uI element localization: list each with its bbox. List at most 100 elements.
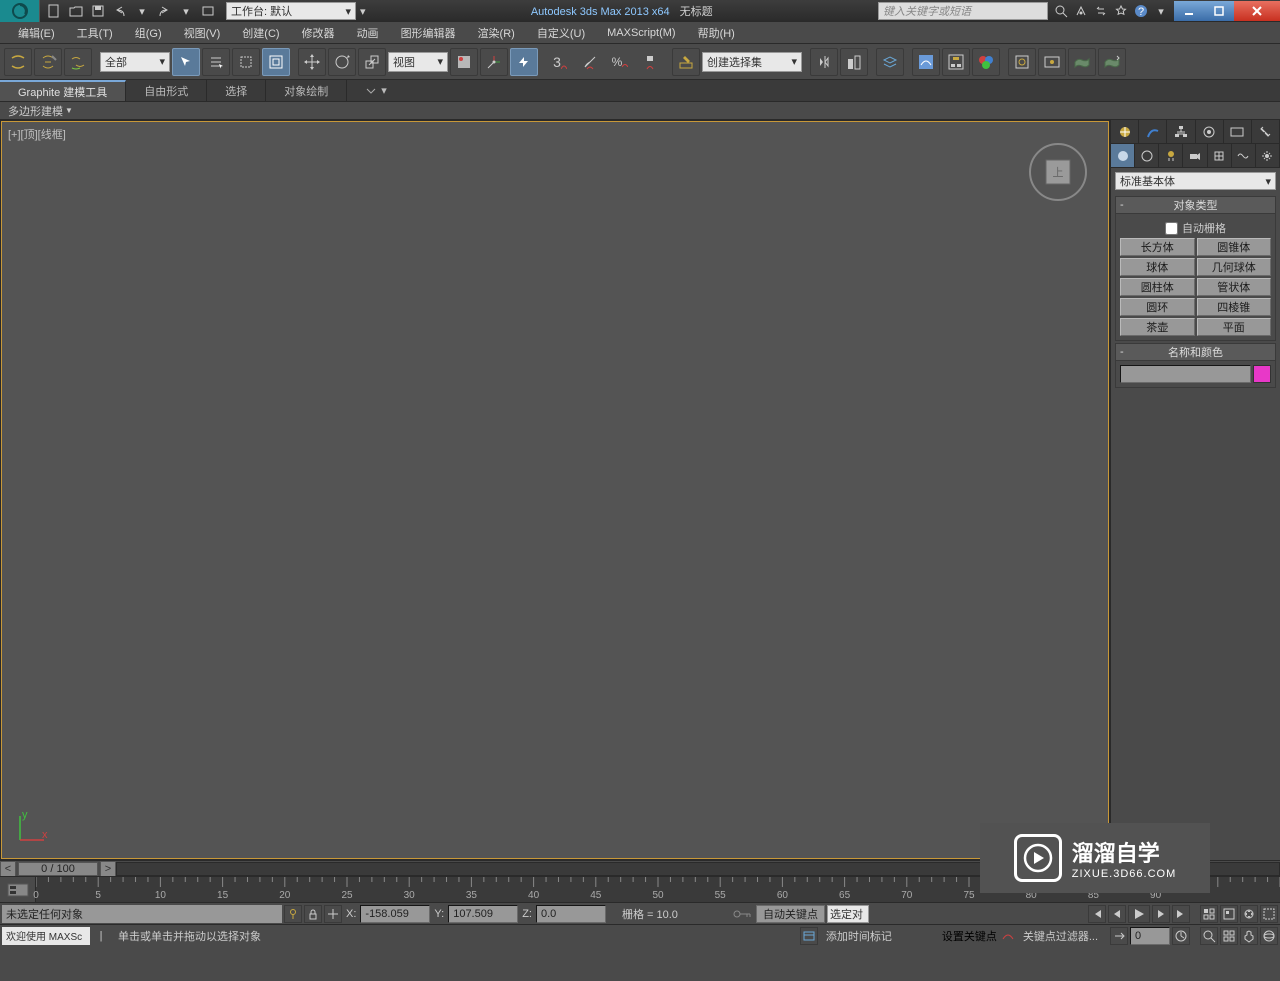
goto-end-icon[interactable] — [1172, 905, 1190, 923]
search-input[interactable]: 键入关键字或短语 — [878, 2, 1048, 20]
app-menu-button[interactable] — [0, 0, 40, 22]
menu-rendering[interactable]: 渲染(R) — [468, 25, 525, 41]
rendered-frame-icon[interactable] — [1038, 48, 1066, 76]
cp-tab-display[interactable] — [1224, 120, 1252, 143]
layer-manager-icon[interactable] — [876, 48, 904, 76]
menu-tools[interactable]: 工具(T) — [67, 25, 123, 41]
ribbon-tab-selection[interactable]: 选择 — [207, 80, 266, 101]
help-icon[interactable]: ? — [1132, 2, 1150, 20]
key-icon[interactable] — [730, 905, 754, 923]
obj-cylinder[interactable]: 圆柱体 — [1120, 278, 1195, 296]
render-iterative-icon[interactable] — [1098, 48, 1126, 76]
cp-sub-helpers[interactable] — [1208, 144, 1232, 167]
obj-cone[interactable]: 圆锥体 — [1197, 238, 1272, 256]
selection-lock-icon[interactable] — [4, 48, 32, 76]
cp-sub-shapes[interactable] — [1135, 144, 1159, 167]
search-go-icon[interactable] — [1052, 2, 1070, 20]
ribbon-subtab[interactable]: 多边形建模 ▼ — [0, 102, 1280, 120]
obj-torus[interactable]: 圆环 — [1120, 298, 1195, 316]
vp-min-max-icon[interactable] — [1220, 905, 1238, 923]
cp-tab-utilities[interactable] — [1252, 120, 1280, 143]
next-frame-icon[interactable] — [1152, 905, 1170, 923]
obj-tube[interactable]: 管状体 — [1197, 278, 1272, 296]
current-frame-input[interactable]: 0 — [1130, 927, 1170, 945]
menu-modifiers[interactable]: 修改器 — [292, 25, 345, 41]
viewport-label[interactable]: [+][顶][线框] — [8, 126, 66, 142]
ribbon-expand-icon[interactable]: ▾ — [347, 80, 405, 101]
key-curve-icon[interactable] — [999, 927, 1017, 945]
cp-sub-systems[interactable] — [1256, 144, 1280, 167]
absolute-transform-icon[interactable] — [324, 905, 342, 923]
move-icon[interactable] — [298, 48, 326, 76]
x-input[interactable]: -158.059 — [360, 905, 430, 923]
key-filter-button[interactable]: 关键点过滤器... — [1019, 927, 1102, 945]
menu-help[interactable]: 帮助(H) — [688, 25, 745, 41]
vp-zoom-icon[interactable] — [1260, 905, 1278, 923]
favorites-icon[interactable] — [1112, 2, 1130, 20]
window-crossing-icon[interactable] — [262, 48, 290, 76]
minimize-button[interactable] — [1174, 1, 1204, 21]
use-pivot-center-icon[interactable] — [450, 48, 478, 76]
curve-editor-icon[interactable] — [912, 48, 940, 76]
object-name-input[interactable] — [1120, 365, 1251, 383]
cp-sub-spacewarps[interactable] — [1232, 144, 1256, 167]
menu-customize[interactable]: 自定义(U) — [527, 25, 595, 41]
time-slider-handle[interactable]: 0 / 100 — [18, 862, 98, 876]
scale-icon[interactable] — [358, 48, 386, 76]
obj-plane[interactable]: 平面 — [1197, 318, 1272, 336]
mirror-icon[interactable] — [810, 48, 838, 76]
viewport[interactable]: [+][顶][线框] 上 yx — [1, 121, 1109, 859]
prev-frame-icon[interactable] — [1108, 905, 1126, 923]
category-combo[interactable]: 标准基本体▾ — [1115, 172, 1276, 190]
maxscript-listener[interactable]: 欢迎使用 MAXSc — [2, 927, 90, 945]
rollout-namecolor-header[interactable]: -名称和颜色 — [1115, 343, 1276, 361]
time-slider-right[interactable]: > — [100, 861, 116, 877]
vp-pan-icon[interactable] — [1240, 905, 1258, 923]
render-production-icon[interactable] — [1068, 48, 1096, 76]
add-time-tag[interactable]: 添加时间标记 — [820, 928, 898, 944]
object-color-swatch[interactable] — [1253, 365, 1271, 383]
subscription-icon[interactable] — [1072, 2, 1090, 20]
cp-tab-motion[interactable] — [1196, 120, 1224, 143]
goto-start-icon[interactable] — [1088, 905, 1106, 923]
schematic-view-icon[interactable] — [942, 48, 970, 76]
setkey-button[interactable]: 设置关键点 — [942, 928, 997, 944]
play-icon[interactable] — [1128, 905, 1150, 923]
align-icon[interactable] — [840, 48, 868, 76]
autokey-button[interactable]: 自动关键点 — [756, 905, 825, 923]
ref-coord-combo[interactable]: 视图▾ — [388, 52, 448, 72]
menu-maxscript[interactable]: MAXScript(M) — [597, 27, 685, 39]
vp-orbit-icon[interactable] — [1260, 927, 1278, 945]
save-icon[interactable] — [88, 2, 108, 20]
cp-tab-create[interactable] — [1111, 120, 1139, 143]
key-mode-icon[interactable] — [1110, 927, 1128, 945]
obj-sphere[interactable]: 球体 — [1120, 258, 1195, 276]
select-object-icon[interactable] — [172, 48, 200, 76]
cp-tab-modify[interactable] — [1139, 120, 1167, 143]
material-editor-icon[interactable] — [972, 48, 1000, 76]
menu-group[interactable]: 组(G) — [125, 25, 172, 41]
time-slider-left[interactable]: < — [0, 861, 16, 877]
menu-create[interactable]: 创建(C) — [232, 25, 289, 41]
trackbar-toggle[interactable] — [0, 877, 36, 902]
manipulate-icon[interactable] — [480, 48, 508, 76]
obj-teapot[interactable]: 茶壶 — [1120, 318, 1195, 336]
vp-pan2-icon[interactable] — [1240, 927, 1258, 945]
time-config-icon[interactable] — [1172, 927, 1190, 945]
cp-sub-cameras[interactable] — [1183, 144, 1207, 167]
cp-sub-lights[interactable] — [1159, 144, 1183, 167]
vp-iso-icon[interactable] — [1200, 905, 1218, 923]
key-selset-combo[interactable]: 选定对 — [827, 905, 869, 923]
rollout-objtype-header[interactable]: -对象类型 — [1115, 196, 1276, 214]
exchange-icon[interactable] — [1092, 2, 1110, 20]
lock-icon[interactable] — [304, 905, 322, 923]
angle-snap-icon[interactable] — [576, 48, 604, 76]
selection-filter-combo[interactable]: 全部▾ — [100, 52, 170, 72]
undo-drop-icon[interactable]: ▾ — [132, 2, 152, 20]
unlink-icon[interactable] — [64, 48, 92, 76]
new-icon[interactable] — [44, 2, 64, 20]
cp-tab-hierarchy[interactable] — [1167, 120, 1195, 143]
close-button[interactable] — [1234, 1, 1280, 21]
menu-views[interactable]: 视图(V) — [174, 25, 231, 41]
open-icon[interactable] — [66, 2, 86, 20]
